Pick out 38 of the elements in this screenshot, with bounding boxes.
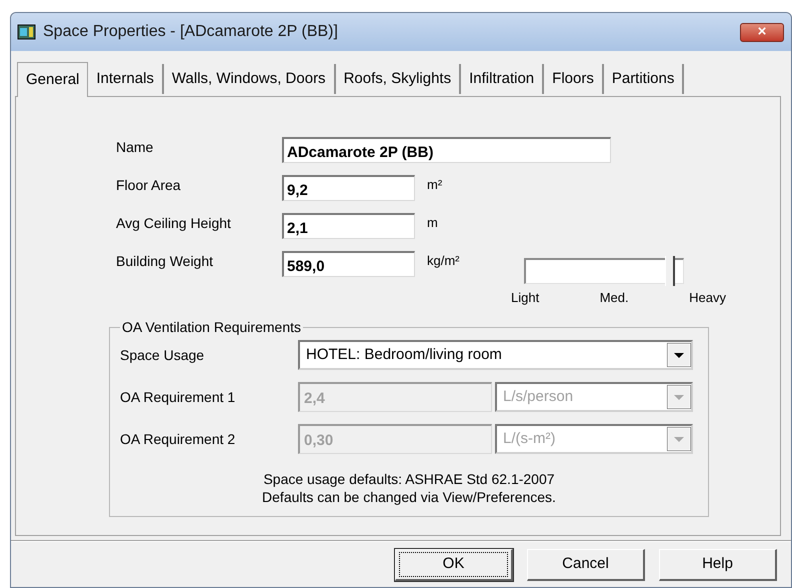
note-text: Space usage defaults: ASHRAE Std 62.1-2007 xyxy=(263,470,555,488)
field-label: Name xyxy=(116,138,154,157)
input-field[interactable]: ADcamarote 2P (BB) xyxy=(282,137,611,163)
dialog-button[interactable]: Cancel xyxy=(527,549,645,581)
slider-label: Med. xyxy=(600,289,629,307)
dropdown-value: L/(s-m²) xyxy=(502,428,556,449)
dropdown[interactable]: HOTEL: Bedroom/living room xyxy=(298,340,693,370)
input-field[interactable]: 9,2 xyxy=(282,175,415,201)
window-icon xyxy=(17,23,37,41)
tab[interactable]: Partitions xyxy=(604,64,684,94)
input-field[interactable]: 2,1 xyxy=(282,213,415,239)
tab[interactable]: General xyxy=(17,62,88,97)
field-label: Space Usage xyxy=(120,346,206,365)
slider-label: Heavy xyxy=(689,289,726,307)
tab[interactable]: Floors xyxy=(544,64,604,94)
field-label: Avg Ceiling Height xyxy=(116,214,232,233)
field-label: OA Requirement 1 xyxy=(120,388,236,407)
weight-slider[interactable] xyxy=(524,258,684,284)
unit-label: m² xyxy=(427,176,442,194)
unit-label: m xyxy=(427,214,438,232)
dialog-button[interactable]: OK xyxy=(395,549,513,581)
field-label: Floor Area xyxy=(116,176,182,195)
dropdown-value: HOTEL: Bedroom/living room xyxy=(305,344,503,365)
tab[interactable]: Roofs, Skylights xyxy=(336,64,462,94)
unit-label: kg/m² xyxy=(427,252,460,270)
field-label: OA Requirement 2 xyxy=(120,430,236,449)
window-title: Space Properties - [ADcamarote 2P (BB)] xyxy=(43,22,339,42)
slider-label: Light xyxy=(511,289,540,307)
note-text: Defaults can be changed via View/Preferences. xyxy=(262,488,556,506)
input-field[interactable]: 589,0 xyxy=(282,251,415,277)
tab[interactable]: Infiltration xyxy=(461,64,544,94)
tab[interactable]: Walls, Windows, Doors xyxy=(164,64,336,94)
dropdown-arrow-icon[interactable] xyxy=(667,343,691,367)
field-label: Building Weight xyxy=(116,252,214,271)
tab[interactable]: Internals xyxy=(88,64,164,94)
dialog-button[interactable]: Help xyxy=(659,549,777,581)
dropdown-value: L/s/person xyxy=(502,386,574,407)
group-title: OA Ventilation Requirements xyxy=(121,318,302,337)
